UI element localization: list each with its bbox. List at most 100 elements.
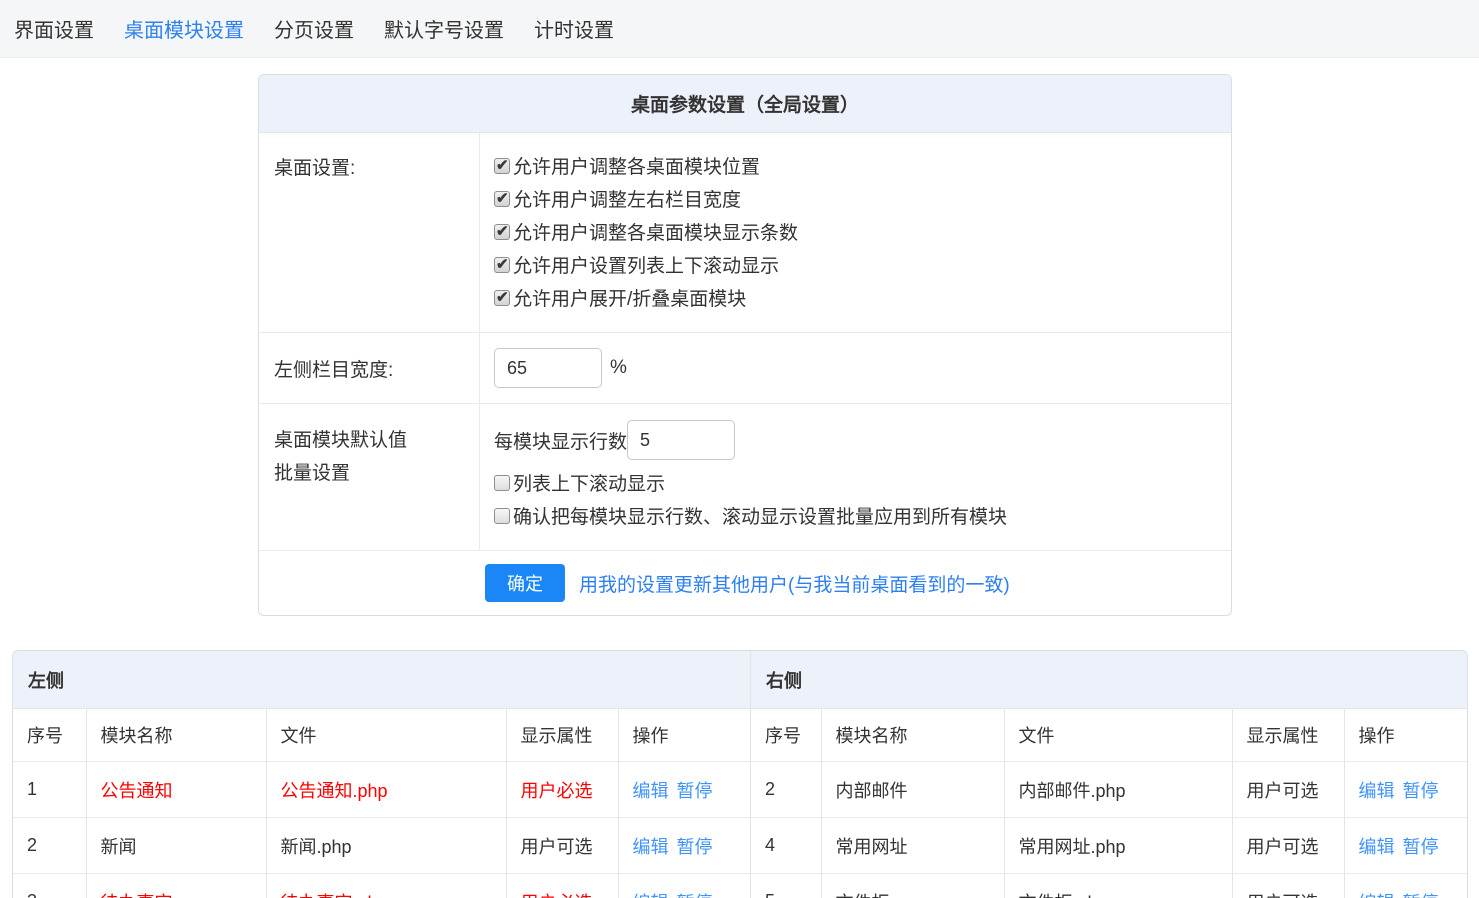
rows-per-module-label: 每模块显示行数 — [494, 427, 627, 454]
col-header-attr: 显示属性 — [506, 709, 618, 762]
option-label: 允许用户展开/折叠桌面模块 — [513, 284, 746, 311]
cell-display-attr: 用户可选 — [1232, 818, 1344, 874]
edit-link[interactable]: 编辑 — [633, 837, 669, 857]
tab-desktop-module-settings[interactable]: 桌面模块设置 — [124, 14, 244, 43]
table-header-row: 序号 模块名称 文件 显示属性 操作 — [751, 709, 1467, 762]
cell-operations: 编辑暂停 — [618, 818, 750, 874]
cell-no: 2 — [751, 762, 821, 818]
confirm-button[interactable]: 确定 — [485, 564, 565, 602]
desktop-params-panel: 桌面参数设置（全局设置） 桌面设置: 允许用户调整各桌面模块位置 允许用户调整左… — [258, 74, 1232, 616]
table-row: 1 公告通知 公告通知.php 用户必选 编辑暂停 — [13, 762, 750, 818]
right-table-title: 右侧 — [751, 651, 1467, 709]
module-defaults-label-line2: 批量设置 — [274, 457, 469, 490]
module-defaults-label-line1: 桌面模块默认值 — [274, 424, 469, 457]
col-header-name: 模块名称 — [821, 709, 1004, 762]
option-label: 允许用户设置列表上下滚动显示 — [513, 251, 779, 278]
cell-module-name: 常用网址 — [821, 818, 1004, 874]
cell-operations: 编辑暂停 — [1344, 818, 1467, 874]
module-tables: 左侧 序号 模块名称 文件 显示属性 操作 1 公告通知 公告通知.php 用户… — [12, 650, 1468, 898]
option-label: 允许用户调整左右栏目宽度 — [513, 185, 741, 212]
pause-link[interactable]: 暂停 — [677, 781, 713, 801]
option-list-scroll: 列表上下滚动显示 — [494, 466, 1217, 499]
tab-interface-settings[interactable]: 界面设置 — [14, 14, 94, 43]
table-row: 2 内部邮件 内部邮件.php 用户可选 编辑暂停 — [751, 762, 1467, 818]
col-header-op: 操作 — [1344, 709, 1467, 762]
cell-module-name: 内部邮件 — [821, 762, 1004, 818]
option-label: 确认把每模块显示行数、滚动显示设置批量应用到所有模块 — [513, 502, 1007, 529]
cell-module-name: 待办事宜 — [86, 874, 266, 898]
cell-no: 4 — [751, 818, 821, 874]
option-expand-collapse: 允许用户展开/折叠桌面模块 — [494, 281, 1217, 314]
cell-no: 5 — [751, 874, 821, 898]
left-width-input[interactable] — [494, 348, 602, 388]
cell-file: 文件柜.php — [1004, 874, 1232, 898]
cell-module-name: 新闻 — [86, 818, 266, 874]
col-header-file: 文件 — [1004, 709, 1232, 762]
desktop-settings-options: 允许用户调整各桌面模块位置 允许用户调整左右栏目宽度 允许用户调整各桌面模块显示… — [480, 133, 1231, 332]
col-header-no: 序号 — [751, 709, 821, 762]
cell-no: 1 — [13, 762, 86, 818]
panel-title: 桌面参数设置（全局设置） — [259, 75, 1231, 133]
left-width-content: % — [480, 333, 1231, 403]
table-row: 2 新闻 新闻.php 用户可选 编辑暂停 — [13, 818, 750, 874]
left-width-unit: % — [610, 357, 627, 379]
pause-link[interactable]: 暂停 — [1403, 893, 1439, 898]
checkbox-column-width[interactable] — [494, 191, 510, 207]
tab-default-fontsize-settings[interactable]: 默认字号设置 — [384, 14, 504, 43]
col-header-name: 模块名称 — [86, 709, 266, 762]
cell-operations: 编辑暂停 — [618, 762, 750, 818]
pause-link[interactable]: 暂停 — [677, 893, 713, 898]
rows-per-module-input[interactable] — [627, 420, 735, 460]
cell-display-attr: 用户必选 — [506, 874, 618, 898]
desktop-settings-label: 桌面设置: — [259, 133, 480, 332]
cell-module-name: 文件柜 — [821, 874, 1004, 898]
option-label: 允许用户调整各桌面模块位置 — [513, 152, 760, 179]
cell-file: 常用网址.php — [1004, 818, 1232, 874]
left-width-label: 左侧栏目宽度: — [259, 333, 480, 403]
edit-link[interactable]: 编辑 — [1359, 893, 1395, 898]
option-column-width: 允许用户调整左右栏目宽度 — [494, 182, 1217, 215]
checkbox-display-count[interactable] — [494, 224, 510, 240]
cell-display-attr: 用户可选 — [1232, 874, 1344, 898]
edit-link[interactable]: 编辑 — [633, 781, 669, 801]
tab-timer-settings[interactable]: 计时设置 — [534, 14, 614, 43]
cell-file: 新闻.php — [266, 818, 506, 874]
cell-operations: 编辑 暂停 — [1344, 874, 1467, 898]
cell-operations: 编辑 暂停 — [618, 874, 750, 898]
checkbox-scroll-display[interactable] — [494, 257, 510, 273]
edit-link[interactable]: 编辑 — [1359, 837, 1395, 857]
cell-module-name: 公告通知 — [86, 762, 266, 818]
option-apply-all-modules: 确认把每模块显示行数、滚动显示设置批量应用到所有模块 — [494, 499, 1217, 532]
cell-no: 2 — [13, 818, 86, 874]
desktop-settings-row: 桌面设置: 允许用户调整各桌面模块位置 允许用户调整左右栏目宽度 允许用户调整各… — [259, 133, 1231, 333]
checkbox-module-position[interactable] — [494, 158, 510, 174]
edit-link[interactable]: 编辑 — [633, 893, 669, 898]
cell-display-attr: 用户必选 — [506, 762, 618, 818]
option-module-position: 允许用户调整各桌面模块位置 — [494, 149, 1217, 182]
checkbox-expand-collapse[interactable] — [494, 290, 510, 306]
option-scroll-display: 允许用户设置列表上下滚动显示 — [494, 248, 1217, 281]
apply-my-settings-link[interactable]: 用我的设置更新其他用户(与我当前桌面看到的一致) — [579, 570, 1010, 597]
option-label: 列表上下滚动显示 — [513, 469, 665, 496]
checkbox-list-scroll[interactable] — [494, 475, 510, 491]
table-header-row: 序号 模块名称 文件 显示属性 操作 — [13, 709, 750, 762]
edit-link[interactable]: 编辑 — [1359, 781, 1395, 801]
col-header-op: 操作 — [618, 709, 750, 762]
cell-file: 内部邮件.php — [1004, 762, 1232, 818]
rows-per-module-field: 每模块显示行数 — [494, 420, 1217, 460]
cell-file: 公告通知.php — [266, 762, 506, 818]
left-table-title: 左侧 — [13, 651, 750, 709]
table-row: 3 待办事宜 待办事宜.php 用户必选 编辑暂停 — [13, 874, 750, 898]
checkbox-apply-all-modules[interactable] — [494, 508, 510, 524]
cell-display-attr: 用户可选 — [1232, 762, 1344, 818]
option-label: 允许用户调整各桌面模块显示条数 — [513, 218, 798, 245]
tab-pagination-settings[interactable]: 分页设置 — [274, 14, 354, 43]
pause-link[interactable]: 暂停 — [677, 837, 713, 857]
pause-link[interactable]: 暂停 — [1403, 837, 1439, 857]
pause-link[interactable]: 暂停 — [1403, 781, 1439, 801]
table-row: 5 文件柜 文件柜.php 用户可选 编辑 暂停 — [751, 874, 1467, 898]
settings-tabbar: 界面设置 桌面模块设置 分页设置 默认字号设置 计时设置 — [0, 0, 1479, 58]
option-display-count: 允许用户调整各桌面模块显示条数 — [494, 215, 1217, 248]
right-modules-table: 右侧 序号 模块名称 文件 显示属性 操作 2 内部邮件 内部邮件.php 用户… — [751, 651, 1467, 898]
module-defaults-row: 桌面模块默认值 批量设置 每模块显示行数 列表上下滚动显示 确认把每模块显示行数… — [259, 404, 1231, 551]
